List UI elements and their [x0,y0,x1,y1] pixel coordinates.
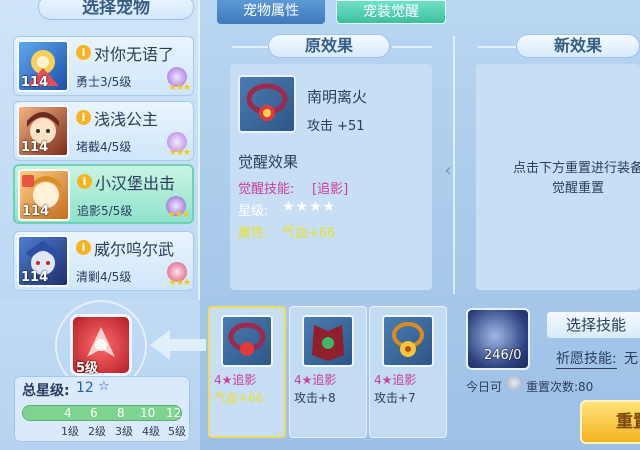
star-rating: ★★★ [168,148,191,158]
item-name: 南明离火 [307,88,368,106]
star-progress-bar [22,405,182,421]
pet-level: 114 [21,140,49,155]
equip-attr: 攻击+8 [294,391,336,405]
level-tick: 2级 [88,425,106,438]
necklace-icon [238,75,296,133]
pet-level: 114 [21,270,49,285]
pet-name: 浅浅公主 [94,110,159,129]
pet-list-title: 选择宠物 [38,0,194,20]
necklace-icon [221,315,273,367]
equip-attr: 气血+66 [214,391,264,405]
info-icon[interactable]: i [77,174,92,189]
pet-avatar-3: 114 [18,169,70,221]
pet-skill: 清剿4/5级 [76,270,132,284]
item-attack: 攻击 +51 [307,119,365,134]
equip-skill: 4★追影 [374,373,417,387]
pet-avatar-2: 114 [17,105,69,157]
armor-icon [302,315,354,367]
level-tick: 5级 [168,425,186,438]
tab-equip-awaken[interactable]: 宠装觉醒 [336,0,446,24]
awaken-star-value: ★★★★ [282,199,337,215]
progress-tick: 10 [140,406,156,420]
divider-line [232,46,270,48]
pet-item-2[interactable]: 114 i 浅浅公主 堵截4/5级 ★★★ [13,101,194,161]
progress-tick: 6 [90,406,98,420]
reset-count: 重置次数:80 [526,380,594,394]
star-icon: ☆ [98,379,110,394]
wish-skill-label[interactable]: 祈愿技能: [556,348,617,369]
arrow-left-icon: ‹ [444,160,452,181]
original-effect-header: 原效果 [268,34,390,58]
pet-avatar-1: 114 [17,40,69,92]
level-tick: 3级 [115,425,133,438]
equip-skill: 4★追影 [214,373,257,387]
pet-skill: 堵截4/5级 [76,140,132,154]
info-icon[interactable]: i [76,45,91,60]
progress-tick: 12 [166,406,182,420]
pet-skill: 追影5/5级 [77,204,133,218]
wish-skill-value: 无 [624,351,638,367]
total-star-value: 12 [76,380,94,396]
orb-count: 246/0 [484,348,522,363]
tab-pet-attributes[interactable]: 宠物属性 [217,0,325,24]
awaken-skill-label: 觉醒技能: [238,182,295,197]
equip-attr: 攻击+7 [374,391,416,405]
new-effect-header: 新效果 [516,34,640,58]
pet-item-3[interactable]: 114 i 小汉堡出击 追影5/5级 ★★★ [13,164,194,224]
today-label: 今日可 [466,380,503,394]
reset-button[interactable]: 重置 [580,400,640,444]
new-effect-hint: 点击下方重置进行装备觉醒重置 [512,161,640,196]
star-rating: ★★★ [168,278,191,288]
select-skill-button[interactable]: 选择技能 [546,311,640,339]
arrow-left-icon [150,330,206,360]
divider-line [478,46,516,48]
slot-level: 5级 [76,361,99,376]
level-tick: 1级 [61,425,79,438]
pet-item-4[interactable]: 114 i 威尔呜尔武 清剿4/5级 ★★★ [13,231,194,291]
pet-level: 114 [21,75,49,90]
progress-tick: 8 [117,406,125,420]
pet-name: 威尔呜尔武 [94,240,175,259]
divider-line [392,46,432,48]
pet-name: 对你无语了 [94,45,175,64]
pet-name: 小汉堡出击 [95,174,176,193]
awaken-attr-value: 气血+66 [282,226,336,241]
equip-awaken-window: 选择宠物 114 i 对你无语了 勇士3/5级 ★★★ 114 i 浅浅公主 堵… [0,0,640,450]
pet-avatar-4: 114 [17,235,69,287]
pet-skill: 勇士3/5级 [76,75,132,89]
progress-tick: 4 [64,406,72,420]
info-icon[interactable]: i [76,240,91,255]
equip-skill: 4★追影 [294,373,337,387]
awaken-attr-label: 属性: [238,226,269,241]
awaken-star-label: 星级: [238,204,269,219]
total-star-label: 总星级: [22,383,70,399]
level-tick: 4级 [142,425,160,438]
star-rating: ★★★ [167,210,190,220]
star-rating: ★★★ [168,83,191,93]
amulet-icon [382,315,434,367]
awaken-title: 觉醒效果 [238,153,299,171]
info-icon[interactable]: i [76,110,91,125]
pet-level: 114 [22,204,50,219]
awaken-skill-value: [追影] [312,182,349,197]
pet-item-1[interactable]: 114 i 对你无语了 勇士3/5级 ★★★ [13,36,194,96]
coin-icon [505,375,523,391]
